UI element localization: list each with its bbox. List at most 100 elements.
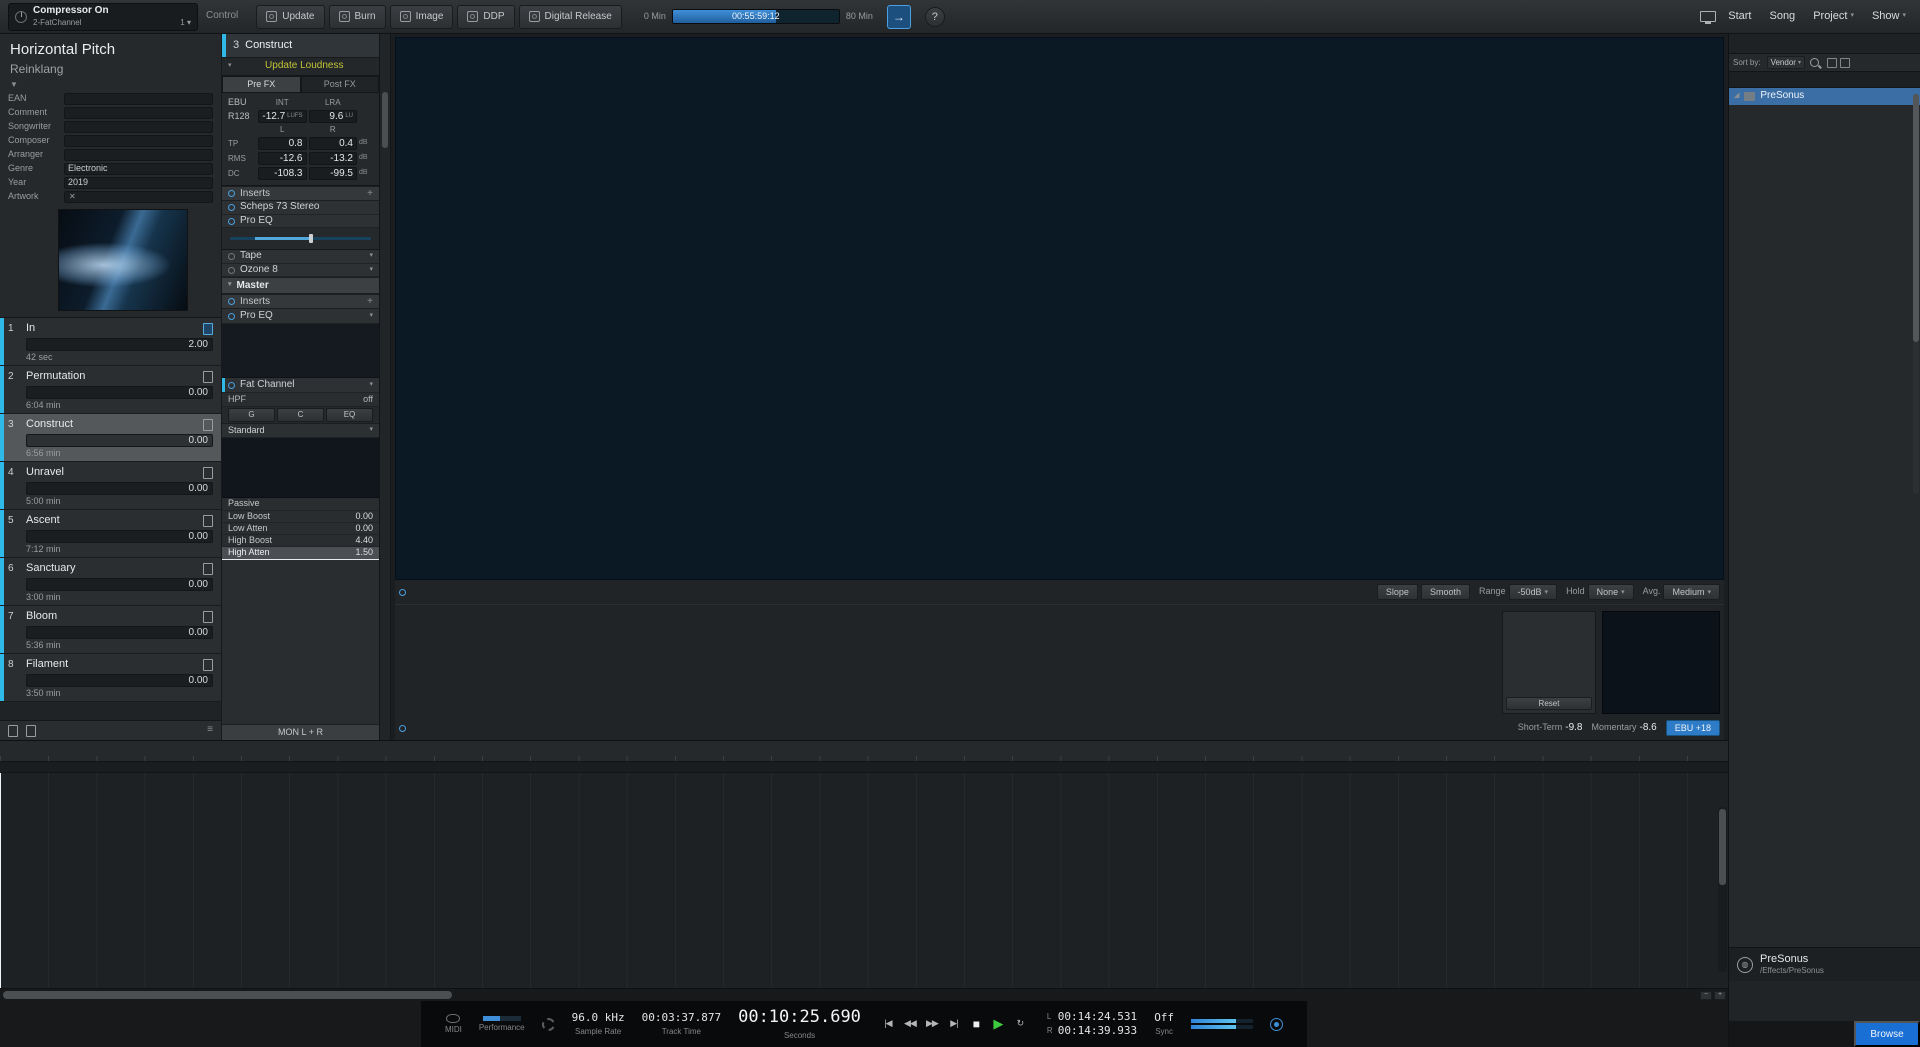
track-item-permutation[interactable]: 2 Permutation 0.00 6:04 min: [0, 365, 221, 414]
avg-select[interactable]: Medium ▾: [1663, 584, 1720, 600]
power-icon[interactable]: [228, 312, 235, 320]
page-nav-song[interactable]: Song: [1769, 10, 1795, 24]
add-insert-icon[interactable]: +: [367, 188, 373, 201]
field-input-comment[interactable]: [64, 106, 213, 119]
track-inserts-header[interactable]: Inserts +: [222, 186, 379, 202]
hold-select[interactable]: None ▾: [1587, 584, 1634, 600]
track-item-unravel[interactable]: 4 Unravel 0.00 5:00 min: [0, 461, 221, 510]
playhead[interactable]: [0, 773, 1, 988]
param-low-boost[interactable]: Low Boost 0.00: [222, 510, 379, 523]
field-input-year[interactable]: 2019: [64, 176, 213, 189]
param-high-atten[interactable]: High Atten 1.50: [222, 547, 379, 560]
insert-scheps-73-stereo[interactable]: Scheps 73 Stereo: [222, 201, 379, 215]
power-icon[interactable]: [228, 204, 235, 211]
play-button[interactable]: ▶: [988, 1015, 1008, 1033]
sample-rate-display[interactable]: 96.0 kHz Sample Rate: [572, 1011, 625, 1037]
toolbar-button-update[interactable]: Update: [256, 4, 325, 29]
slope-button[interactable]: Slope: [1376, 584, 1418, 600]
track-item-construct[interactable]: 3 Construct 0.00 6:56 min: [0, 413, 221, 462]
track-gain-value[interactable]: 0.00: [26, 577, 213, 591]
return-to-start-button[interactable]: |◀: [878, 1015, 898, 1033]
track-file-icon[interactable]: [203, 370, 213, 383]
field-input-artwork[interactable]: ✕: [64, 190, 213, 203]
browser-scrollbar[interactable]: [1913, 94, 1919, 494]
param-high-boost[interactable]: High Boost 4.40: [222, 535, 379, 548]
autoscroll-button[interactable]: →: [886, 4, 911, 29]
section-button-eq[interactable]: EQ: [326, 408, 373, 423]
goniometer-display[interactable]: [1602, 611, 1720, 714]
track-file-icon[interactable]: [203, 658, 213, 671]
track-gain-value[interactable]: 0.00: [26, 529, 213, 543]
stop-button[interactable]: ■: [966, 1015, 986, 1033]
time-ruler[interactable]: [0, 741, 1728, 762]
add-insert-icon[interactable]: +: [367, 296, 373, 309]
eq-style-select[interactable]: Standard ▾: [222, 424, 379, 439]
rewind-button[interactable]: ◀◀: [900, 1015, 920, 1033]
range-select[interactable]: -50dB ▾: [1508, 584, 1558, 600]
smooth-button[interactable]: Smooth: [1420, 584, 1470, 600]
limiter-transfer-curve[interactable]: [222, 438, 379, 499]
param-low-atten[interactable]: Low Atten 0.00: [222, 522, 379, 535]
track-file-icon[interactable]: [203, 562, 213, 575]
track-item-sanctuary[interactable]: 6 Sanctuary 0.00 3:00 min: [0, 557, 221, 606]
browser-folder-presonus[interactable]: ◢ PreSonus: [1729, 88, 1920, 105]
track-gain-value[interactable]: 2.00: [26, 337, 213, 351]
control-link-display[interactable]: Compressor On 2-FatChannel 1 ▾: [8, 2, 198, 31]
power-icon[interactable]: [228, 190, 235, 198]
timeline-vertical-scrollbar[interactable]: [1718, 807, 1727, 972]
track-file-icon[interactable]: [203, 418, 213, 431]
duplicate-track-icon[interactable]: [26, 724, 36, 737]
scrollbar-handle[interactable]: [382, 92, 388, 148]
param-passive[interactable]: Passive: [222, 498, 379, 511]
device-tape[interactable]: Tape ▾: [222, 250, 379, 264]
insert-mix-slider[interactable]: [222, 228, 379, 251]
track-gain-value[interactable]: 0.00: [26, 625, 213, 639]
proeq-curve-thumbnail[interactable]: [222, 324, 379, 379]
power-icon[interactable]: [228, 253, 235, 260]
loop-range-display[interactable]: L 00:14:24.531 R 00:14:39.933: [1047, 1010, 1137, 1038]
master-insert-fatchannel[interactable]: Fat Channel ▾: [222, 378, 379, 394]
track-file-icon[interactable]: [203, 514, 213, 527]
device-ozone-8[interactable]: Ozone 8 ▾: [222, 263, 379, 278]
track-gain-value[interactable]: 0.00: [26, 385, 213, 399]
project-length-bar[interactable]: 00:55:59:12: [671, 9, 840, 24]
insert-pro-eq[interactable]: Pro EQ: [222, 214, 379, 229]
album-artwork-image[interactable]: [58, 208, 188, 311]
field-input-composer[interactable]: [64, 134, 213, 147]
spectrum-display[interactable]: [395, 37, 1724, 580]
go-to-end-button[interactable]: ▶|: [944, 1015, 964, 1033]
meter-power-icon[interactable]: [399, 724, 406, 732]
section-button-g[interactable]: G: [228, 408, 275, 423]
add-track-icon[interactable]: [8, 724, 18, 737]
power-icon[interactable]: [228, 217, 235, 225]
track-gain-value[interactable]: 0.00: [26, 673, 213, 687]
track-gain-value[interactable]: 0.00: [26, 481, 213, 495]
page-nav-project[interactable]: Project ▾: [1813, 10, 1854, 24]
field-input-arranger[interactable]: [64, 148, 213, 161]
reset-button[interactable]: Reset: [1506, 697, 1592, 710]
power-icon[interactable]: [228, 381, 235, 389]
zoom-out-button[interactable]: −: [1700, 991, 1712, 1000]
update-loudness-button[interactable]: ▾ Update Loudness: [222, 58, 379, 76]
sync-display[interactable]: Off Sync: [1154, 1011, 1174, 1037]
browse-button[interactable]: Browse: [1854, 1021, 1920, 1047]
search-icon[interactable]: [1809, 58, 1819, 67]
track-file-icon[interactable]: [203, 322, 213, 335]
field-input-ean[interactable]: [64, 92, 213, 105]
clear-artwork-icon[interactable]: ✕: [68, 192, 77, 202]
track-gain-value[interactable]: 0.00: [26, 433, 213, 447]
power-icon[interactable]: [228, 266, 235, 274]
toolbar-button-ddp[interactable]: DDP: [457, 4, 515, 29]
slider-handle[interactable]: [308, 234, 313, 244]
master-insert-proeq[interactable]: Pro EQ ▾: [222, 309, 379, 325]
loop-button[interactable]: ↻: [1010, 1015, 1030, 1033]
track-item-in[interactable]: 1 In 2.00 42 sec: [0, 317, 221, 366]
page-nav-show[interactable]: Show ▾: [1872, 10, 1906, 24]
tab-post-fx[interactable]: Post FX: [300, 76, 379, 93]
hpf-row[interactable]: HPF off: [222, 393, 379, 408]
list-menu-icon[interactable]: ≡: [207, 724, 213, 737]
master-section-header[interactable]: ▾ Master: [222, 277, 379, 295]
zoom-in-button[interactable]: +: [1714, 991, 1726, 1000]
page-nav-start[interactable]: Start: [1728, 10, 1751, 24]
track-item-filament[interactable]: 8 Filament 0.00 3:50 min: [0, 653, 221, 702]
